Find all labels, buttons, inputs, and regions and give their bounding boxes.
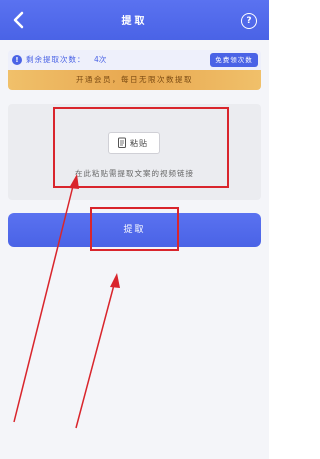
help-icon[interactable]: ? bbox=[241, 13, 257, 29]
paste-hint-text: 在此粘贴需提取文案的视频链接 bbox=[75, 169, 194, 178]
info-icon: ! bbox=[12, 55, 22, 65]
vip-banner[interactable]: 开通会员，每日无限次数提取 bbox=[8, 70, 261, 90]
link-paste-area[interactable]: 粘贴 在此粘贴需提取文案的视频链接 bbox=[8, 104, 261, 200]
extract-button[interactable]: 提取 bbox=[8, 213, 261, 247]
clipboard-icon bbox=[118, 137, 126, 148]
page-background bbox=[0, 40, 269, 459]
page-title: 提取 bbox=[121, 16, 148, 27]
remaining-count-bar: ! 剩余提取次数： 4次 免费领次数 bbox=[8, 50, 261, 70]
paste-button-label: 粘贴 bbox=[130, 139, 148, 148]
get-free-count-button[interactable]: 免费领次数 bbox=[210, 53, 258, 67]
remaining-count-value: 4次 bbox=[94, 55, 107, 64]
paste-button[interactable]: 粘贴 bbox=[108, 132, 160, 154]
remaining-count-label: 剩余提取次数： bbox=[26, 55, 86, 64]
top-nav-bar: 提取 ? bbox=[0, 0, 269, 40]
